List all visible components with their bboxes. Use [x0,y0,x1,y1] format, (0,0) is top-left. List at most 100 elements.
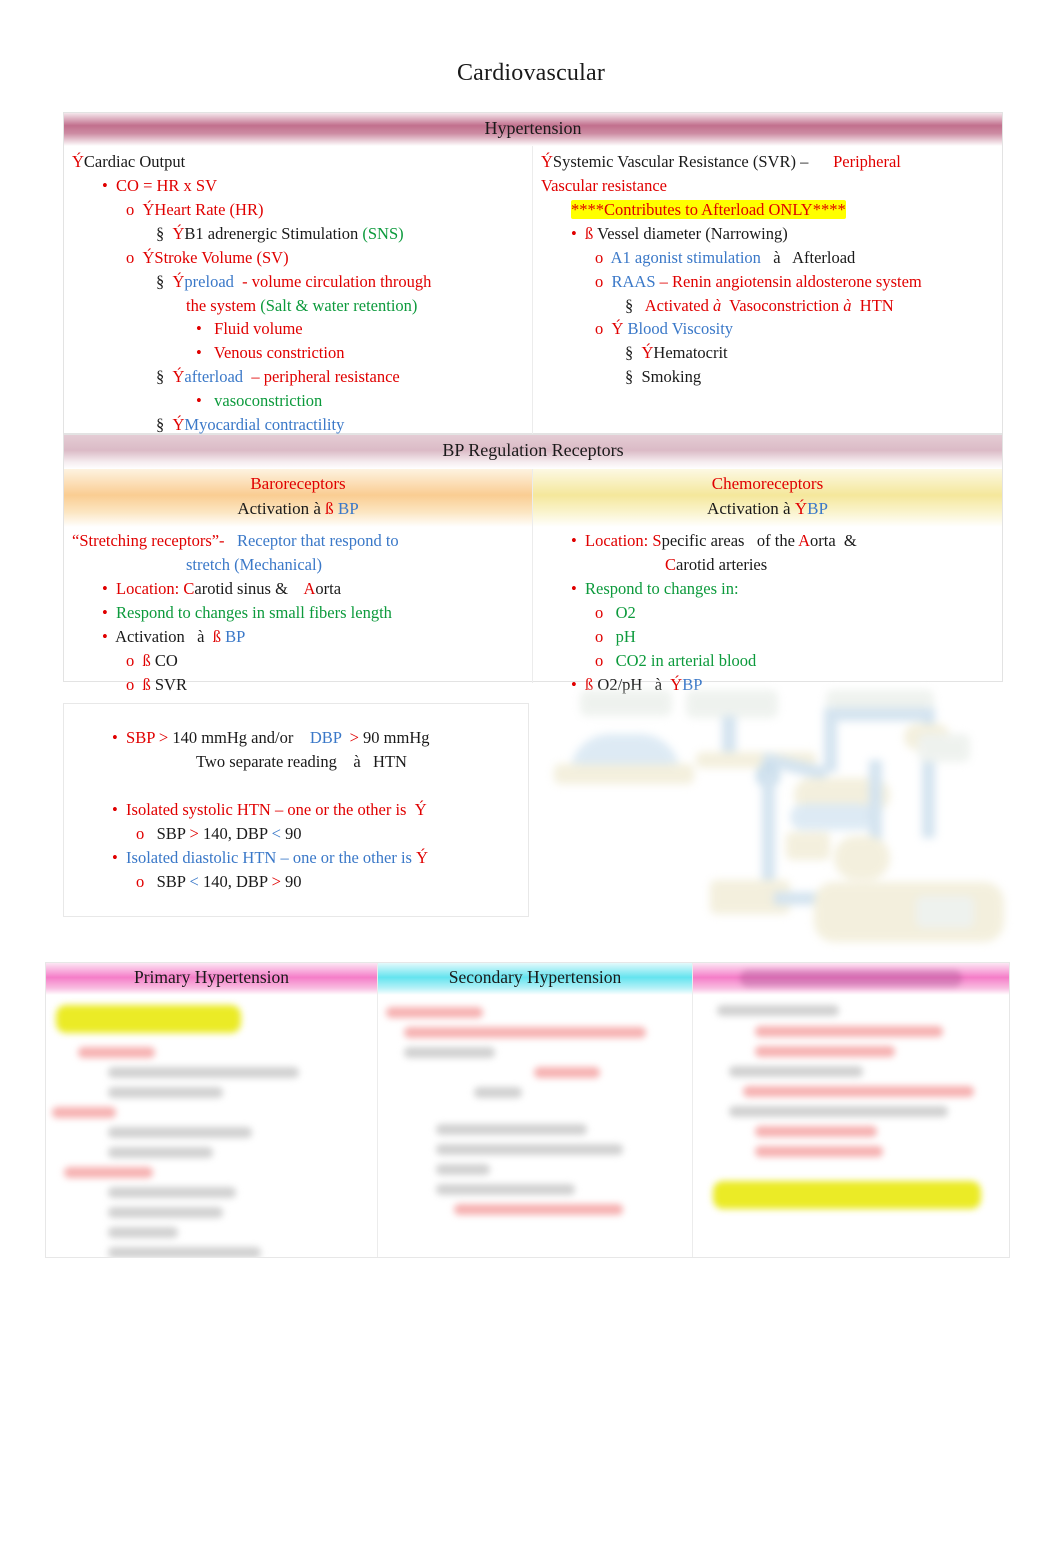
primary-hypertension-header: Primary Hypertension [46,963,377,995]
content-line: • Isolated systolic HTN – one or the oth… [74,798,518,822]
content-line: Carotid arteries [533,553,1002,577]
list-marker: o [126,247,135,267]
text-segment: Cardiac Output [83,152,186,171]
text-segment: < [189,871,203,891]
content-line: o CO2 in arterial blood [533,649,1002,673]
text-segment: B1 adrenergic Stimulation [184,223,363,243]
text-segment: Venous constriction [201,343,345,363]
svr-column: ÝSystemic Vascular Resistance (SVR) – Pe… [533,146,1002,434]
text-segment: A1 agonist stimulation [603,247,761,267]
text-segment: – peripheral resistance [243,367,400,387]
text-segment: vasoconstriction [201,391,323,411]
content-line: § Activated à Vasoconstriction à HTN [533,294,1002,318]
content-line: o Ý Blood Viscosity [533,317,1002,341]
text-segment: 140 mmHg and/or [172,728,310,747]
list-marker: o [595,603,604,623]
list-marker: § [156,415,165,435]
text-segment: “Stretching receptors”- [72,531,225,551]
content-line: Vascular resistance [533,174,1002,198]
text-segment: Location: [107,579,184,599]
text-segment: à [843,295,852,315]
text-segment: Two separate reading à HTN [196,751,407,771]
content-line [74,774,518,798]
text-segment: Ý [164,271,185,291]
text-segment: Isolated diastolic HTN – one or the othe… [117,847,417,867]
text-segment: SBP [117,728,159,747]
content-line: o SBP < 140, DBP > 90 [74,870,518,894]
text-segment: orta & [810,531,857,551]
text-segment: à [712,295,722,315]
text-segment: afterload [184,367,244,387]
baroreceptors-subheader: Baroreceptors Activation à ß BP [64,469,532,528]
content-line: § Smoking [533,365,1002,389]
content-line: § Ýafterload – peripheral resistance [64,365,532,389]
text-segment: 90 [285,871,302,891]
text-segment: RAAS [603,271,660,291]
baroreceptors-subtitle: Activation à ß BP [64,497,532,522]
text-segment: Fluid volume [201,319,303,339]
text-segment: > [345,728,364,747]
text-segment: ß [325,498,334,518]
text-segment: Ý [794,498,808,518]
secondary-hypertension-redacted-content [378,995,692,1215]
text-segment: Activation à [107,626,213,646]
text-segment: Blood Viscosity [623,319,734,339]
list-marker: § [625,343,634,363]
text-segment: ß [212,626,221,646]
content-line: • Respond to changes in: [533,577,1002,601]
chemoreceptors-subtitle: Activation à ÝBP [533,497,1002,522]
text-segment: 90 [285,823,302,843]
text-segment: Activation à [707,498,795,518]
text-segment: BP [807,498,828,518]
content-line: • Venous constriction [64,341,532,365]
text-segment: Vasoconstriction [721,295,844,315]
content-line: • CO = HR x SV [64,174,532,198]
text-segment: Respond to changes in small fibers lengt… [107,603,392,623]
content-line: • Respond to changes in small fibers len… [64,601,532,625]
text-segment: CO2 in arterial blood [603,650,757,670]
list-marker: o [126,199,135,219]
text-segment: CO = HR x SV [107,175,218,195]
content-line: • vasoconstriction [64,389,532,413]
third-column-redacted-content [693,995,1009,1209]
text-segment: Myocardial contractility [184,415,345,435]
content-line: o SBP > 140, DBP < 90 [74,822,518,846]
text-segment: (Salt & water retention) [260,295,418,315]
list-marker: o [595,650,604,670]
list-marker: o [595,319,604,339]
content-line: • Activation à ß BP [64,625,532,649]
list-marker: § [625,367,634,387]
text-segment: Ý [414,799,427,819]
text-segment: à Afterload [760,247,856,267]
text-segment: Ý [416,847,429,867]
content-line: o pH [533,625,1002,649]
text-segment: Smoking [633,367,702,387]
text-segment: > [158,728,173,747]
text-segment: SBP [144,871,190,891]
text-segment: A [798,531,811,551]
text-segment: the system [186,295,261,315]
primary-hypertension-redacted-content [46,995,377,1257]
content-line: • Location: Specific areas of the Aorta … [533,529,1002,553]
text-segment: Receptor that respond to [224,531,399,551]
text-segment: Ý [72,152,84,171]
baroreceptors-column: Baroreceptors Activation à ß BP “Stretch… [64,469,533,694]
text-segment: > [271,871,285,891]
text-segment: ÝStroke Volume (SV) [134,247,289,267]
text-segment: of the [748,531,799,551]
text-segment: preload [184,271,234,291]
content-line: o ß CO [64,649,532,673]
content-line: § Ýpreload - volume circulation through [64,270,532,294]
text-segment: BP [220,626,246,646]
text-segment: > [189,823,203,843]
text-segment: Ý [603,319,624,339]
text-segment: HTN [851,295,894,315]
content-line: stretch (Mechanical) [64,553,532,577]
text-segment: Hematocrit [653,343,728,363]
list-marker: § [156,223,165,243]
content-line: ÝSystemic Vascular Resistance (SVR) – Pe… [533,150,1002,174]
text-segment: Systemic Vascular Resistance (SVR) – [552,152,813,171]
text-segment: orta [315,579,342,599]
hypertension-types-table: Primary Hypertension Secondary Hypertens… [45,962,1010,1258]
content-line: § ÝHematocrit [533,341,1002,365]
